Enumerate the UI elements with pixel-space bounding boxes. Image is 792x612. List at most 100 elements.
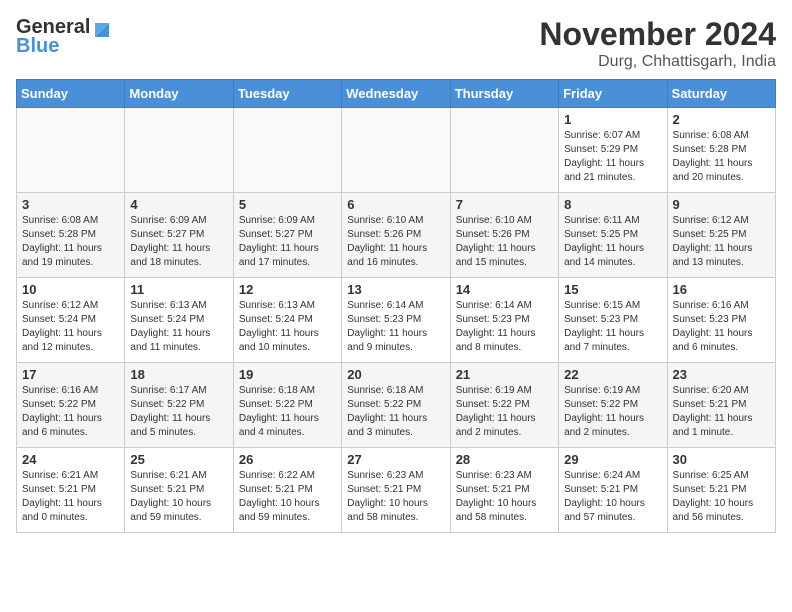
day-of-week-header: Sunday — [17, 80, 125, 108]
day-info: Sunrise: 6:12 AM Sunset: 5:25 PM Dayligh… — [673, 214, 770, 270]
calendar-day-cell: 12Sunrise: 6:13 AM Sunset: 5:24 PM Dayli… — [233, 278, 341, 363]
day-number: 11 — [130, 282, 227, 297]
day-number: 7 — [456, 197, 553, 212]
day-info: Sunrise: 6:23 AM Sunset: 5:21 PM Dayligh… — [456, 469, 553, 525]
calendar-day-cell: 19 Sunrise: 6:18 AM Sunset: 5:22 PM Dayli… — [233, 363, 341, 448]
month-title: November 2024 — [539, 16, 776, 53]
day-info: Sunrise: 6:16 AM Sunset: 5:22 PM Dayligh… — [22, 384, 119, 440]
day-number: 28 — [456, 452, 553, 467]
day-info: Sunrise: 6:25 AM Sunset: 5:21 PM Dayligh… — [673, 469, 770, 525]
day-number: 16 — [673, 282, 770, 297]
calendar-day-cell: 10 Sunrise: 6:12 AM Sunset: 5:24 PM Dayli… — [17, 278, 125, 363]
day-info: Sunrise: 6:08 AM Sunset: 5:28 PM Dayligh… — [673, 129, 770, 185]
day-number: 19 — [239, 367, 336, 382]
day-info: Sunrise: 6:18 AM Sunset: 5:22 PM Dayligh… — [347, 384, 444, 440]
calendar-day-cell: 14 Sunrise: 6:14 AM Sunset: 5:23 PM Dayli… — [450, 278, 558, 363]
day-of-week-header: Saturday — [667, 80, 775, 108]
day-number: 30 — [673, 452, 770, 467]
calendar-day-cell: 27 Sunrise: 6:23 AM Sunset: 5:21 PM Dayli… — [342, 448, 450, 533]
day-info: Sunrise: 6:11 AM Sunset: 5:25 PM Dayligh… — [564, 214, 661, 270]
calendar-day-cell: 30 Sunrise: 6:25 AM Sunset: 5:21 PM Dayli… — [667, 448, 775, 533]
day-info: Sunrise: 6:22 AM Sunset: 5:21 PM Dayligh… — [239, 469, 336, 525]
day-number: 10 — [22, 282, 119, 297]
calendar-day-cell: 16 Sunrise: 6:16 AM Sunset: 5:23 PM Dayli… — [667, 278, 775, 363]
day-of-week-header: Monday — [125, 80, 233, 108]
page-header: General Blue November 2024 Durg, Chhatti… — [16, 16, 776, 71]
day-info: Sunrise: 6:12 AM Sunset: 5:24 PM Dayligh… — [22, 299, 119, 355]
calendar-table: SundayMondayTuesdayWednesdayThursdayFrid… — [16, 79, 776, 533]
calendar-week-row: 24 Sunrise: 6:21 AM Sunset: 5:21 PM Dayli… — [17, 448, 776, 533]
day-number: 26 — [239, 452, 336, 467]
day-info: Sunrise: 6:09 AM Sunset: 5:27 PM Dayligh… — [239, 214, 336, 270]
calendar-day-cell — [450, 108, 558, 193]
day-info: Sunrise: 6:15 AM Sunset: 5:23 PM Dayligh… — [564, 299, 661, 355]
calendar-day-cell: 26 Sunrise: 6:22 AM Sunset: 5:21 PM Dayli… — [233, 448, 341, 533]
day-info: Sunrise: 6:13 AM Sunset: 5:24 PM Dayligh… — [239, 299, 336, 355]
day-info: Sunrise: 6:14 AM Sunset: 5:23 PM Dayligh… — [456, 299, 553, 355]
day-number: 5 — [239, 197, 336, 212]
day-number: 8 — [564, 197, 661, 212]
day-info: Sunrise: 6:19 AM Sunset: 5:22 PM Dayligh… — [564, 384, 661, 440]
logo-triangle-icon — [91, 19, 109, 37]
day-number: 23 — [673, 367, 770, 382]
calendar-day-cell: 17 Sunrise: 6:16 AM Sunset: 5:22 PM Dayli… — [17, 363, 125, 448]
day-number: 15 — [564, 282, 661, 297]
day-number: 3 — [22, 197, 119, 212]
calendar-day-cell — [342, 108, 450, 193]
day-number: 20 — [347, 367, 444, 382]
day-number: 25 — [130, 452, 227, 467]
day-info: Sunrise: 6:17 AM Sunset: 5:22 PM Dayligh… — [130, 384, 227, 440]
calendar-day-cell: 25 Sunrise: 6:21 AM Sunset: 5:21 PM Dayli… — [125, 448, 233, 533]
day-info: Sunrise: 6:07 AM Sunset: 5:29 PM Dayligh… — [564, 129, 661, 185]
location-title: Durg, Chhattisgarh, India — [539, 53, 776, 71]
calendar-day-cell: 23 Sunrise: 6:20 AM Sunset: 5:21 PM Dayli… — [667, 363, 775, 448]
day-info: Sunrise: 6:21 AM Sunset: 5:21 PM Dayligh… — [22, 469, 119, 525]
calendar-day-cell: 4Sunrise: 6:09 AM Sunset: 5:27 PM Daylig… — [125, 193, 233, 278]
day-number: 13 — [347, 282, 444, 297]
day-number: 17 — [22, 367, 119, 382]
day-number: 14 — [456, 282, 553, 297]
calendar-day-cell — [233, 108, 341, 193]
day-info: Sunrise: 6:24 AM Sunset: 5:21 PM Dayligh… — [564, 469, 661, 525]
calendar-day-cell: 20 Sunrise: 6:18 AM Sunset: 5:22 PM Dayli… — [342, 363, 450, 448]
calendar-day-cell: 8 Sunrise: 6:11 AM Sunset: 5:25 PM Daylig… — [559, 193, 667, 278]
calendar-day-cell: 5 Sunrise: 6:09 AM Sunset: 5:27 PM Daylig… — [233, 193, 341, 278]
calendar-day-cell: 11Sunrise: 6:13 AM Sunset: 5:24 PM Dayli… — [125, 278, 233, 363]
day-number: 2 — [673, 112, 770, 127]
day-number: 24 — [22, 452, 119, 467]
day-info: Sunrise: 6:16 AM Sunset: 5:23 PM Dayligh… — [673, 299, 770, 355]
calendar-day-cell — [125, 108, 233, 193]
day-of-week-header: Tuesday — [233, 80, 341, 108]
logo-blue-text: Blue — [16, 35, 59, 58]
day-info: Sunrise: 6:23 AM Sunset: 5:21 PM Dayligh… — [347, 469, 444, 525]
calendar-day-cell — [17, 108, 125, 193]
day-of-week-header: Wednesday — [342, 80, 450, 108]
calendar-day-cell: 22 Sunrise: 6:19 AM Sunset: 5:22 PM Dayli… — [559, 363, 667, 448]
calendar-day-cell: 3 Sunrise: 6:08 AM Sunset: 5:28 PM Daylig… — [17, 193, 125, 278]
calendar-week-row: 1 Sunrise: 6:07 AM Sunset: 5:29 PM Daylig… — [17, 108, 776, 193]
calendar-header-row: SundayMondayTuesdayWednesdayThursdayFrid… — [17, 80, 776, 108]
calendar-day-cell: 2 Sunrise: 6:08 AM Sunset: 5:28 PM Daylig… — [667, 108, 775, 193]
day-number: 18 — [130, 367, 227, 382]
logo: General Blue — [16, 16, 109, 58]
calendar-week-row: 3 Sunrise: 6:08 AM Sunset: 5:28 PM Daylig… — [17, 193, 776, 278]
day-number: 22 — [564, 367, 661, 382]
calendar-day-cell: 18 Sunrise: 6:17 AM Sunset: 5:22 PM Dayli… — [125, 363, 233, 448]
calendar-day-cell: 29Sunrise: 6:24 AM Sunset: 5:21 PM Dayli… — [559, 448, 667, 533]
calendar-day-cell: 1 Sunrise: 6:07 AM Sunset: 5:29 PM Daylig… — [559, 108, 667, 193]
calendar-week-row: 17 Sunrise: 6:16 AM Sunset: 5:22 PM Dayli… — [17, 363, 776, 448]
day-info: Sunrise: 6:19 AM Sunset: 5:22 PM Dayligh… — [456, 384, 553, 440]
calendar-day-cell: 15 Sunrise: 6:15 AM Sunset: 5:23 PM Dayli… — [559, 278, 667, 363]
calendar-day-cell: 7Sunrise: 6:10 AM Sunset: 5:26 PM Daylig… — [450, 193, 558, 278]
calendar-title-area: November 2024 Durg, Chhattisgarh, India — [539, 16, 776, 71]
calendar-day-cell: 21 Sunrise: 6:19 AM Sunset: 5:22 PM Dayli… — [450, 363, 558, 448]
day-number: 1 — [564, 112, 661, 127]
day-info: Sunrise: 6:20 AM Sunset: 5:21 PM Dayligh… — [673, 384, 770, 440]
day-info: Sunrise: 6:18 AM Sunset: 5:22 PM Dayligh… — [239, 384, 336, 440]
day-of-week-header: Friday — [559, 80, 667, 108]
day-info: Sunrise: 6:21 AM Sunset: 5:21 PM Dayligh… — [130, 469, 227, 525]
day-number: 21 — [456, 367, 553, 382]
day-info: Sunrise: 6:08 AM Sunset: 5:28 PM Dayligh… — [22, 214, 119, 270]
day-info: Sunrise: 6:10 AM Sunset: 5:26 PM Dayligh… — [347, 214, 444, 270]
day-number: 27 — [347, 452, 444, 467]
